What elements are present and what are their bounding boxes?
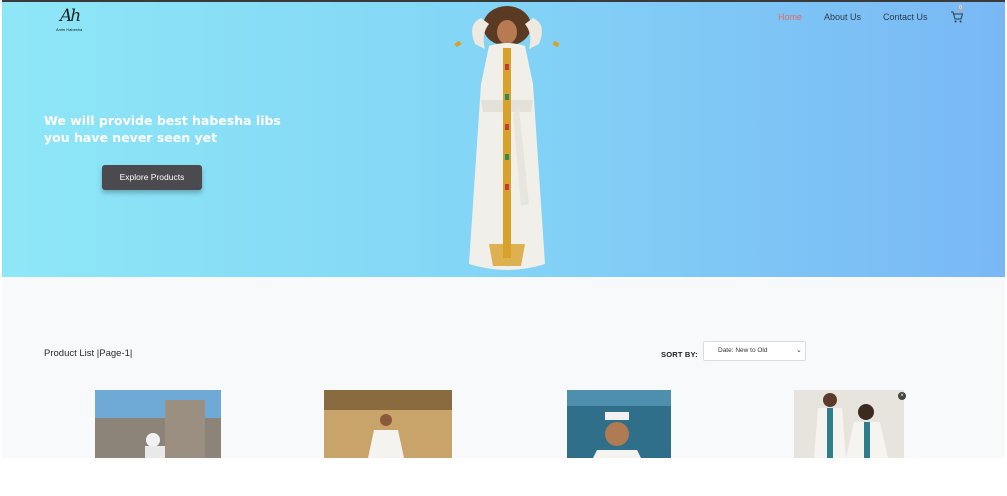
- product-list-title: Product List |Page-1|: [44, 348, 133, 359]
- close-icon[interactable]: ×: [898, 392, 906, 400]
- product-card-2[interactable]: [324, 390, 452, 458]
- logo[interactable]: Ah Amin Habesha: [54, 6, 86, 32]
- hero-banner: Ah Amin Habesha Home About Us Contact Us…: [2, 2, 1005, 277]
- hero-headline: We will provide best habesha libs you ha…: [44, 112, 304, 146]
- nav-contact-us[interactable]: Contact Us: [883, 12, 928, 22]
- product-image-4: [794, 390, 904, 458]
- page-frame: Ah Amin Habesha Home About Us Contact Us…: [2, 0, 1005, 458]
- product-image-1: [95, 390, 221, 458]
- sort-select-value: Date: New to Old: [718, 347, 768, 354]
- sort-by-label: SORT BY:: [661, 350, 698, 359]
- cart-icon[interactable]: [950, 10, 964, 24]
- nav-home[interactable]: Home: [778, 12, 802, 22]
- logo-subtitle: Amin Habesha: [56, 27, 83, 32]
- hero-model-image: [454, 6, 560, 270]
- chevron-down-icon: ⌄: [796, 347, 802, 354]
- sort-select[interactable]: Date: New to Old ⌄: [703, 341, 806, 361]
- product-card-1[interactable]: [95, 390, 221, 458]
- product-card-4[interactable]: [794, 390, 904, 458]
- hero-headline-line-1: We will provide best habesha libs: [44, 113, 281, 128]
- hero-headline-line-2: you have never seen yet: [44, 130, 218, 145]
- product-image-2: [324, 390, 452, 458]
- product-image-3: [567, 390, 671, 458]
- product-card-3[interactable]: [567, 390, 671, 458]
- nav-about-us[interactable]: About Us: [824, 12, 861, 22]
- explore-products-button[interactable]: Explore Products: [102, 165, 202, 190]
- logo-mark: Ah: [60, 6, 81, 26]
